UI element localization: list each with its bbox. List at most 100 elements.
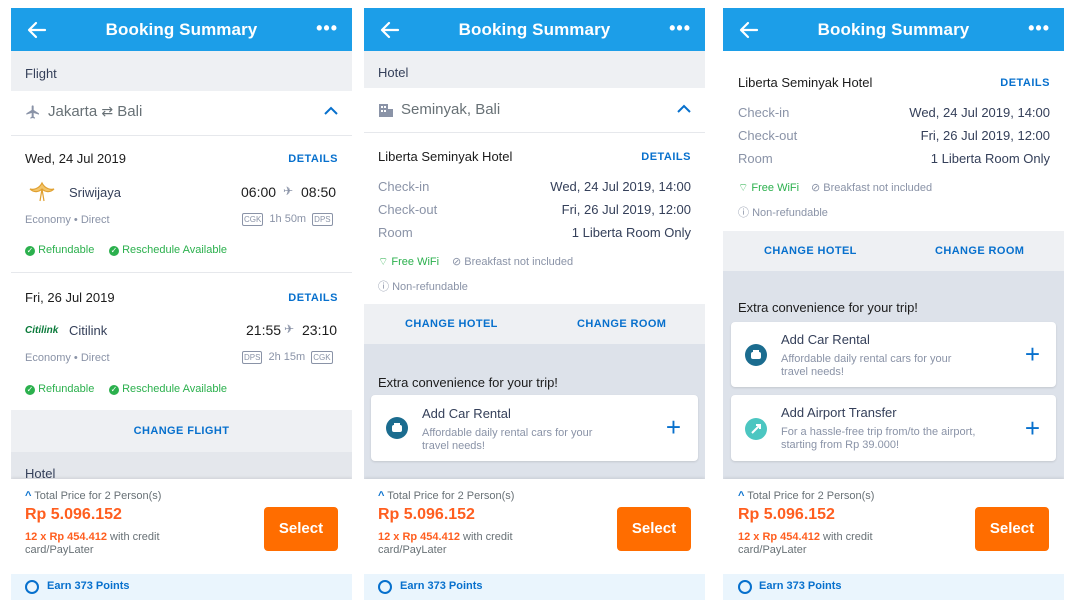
refundable-badge: ✓ Refundable (25, 244, 94, 256)
points-bar: Earn 373 Points (723, 574, 1064, 600)
more-dots-icon[interactable]: ••• (1028, 19, 1050, 37)
check-circle-icon: ✓ (25, 246, 35, 256)
section-label: Hotel (378, 65, 409, 80)
add-car-rental-icon[interactable]: + (1025, 341, 1040, 367)
change-room-button[interactable]: CHANGE ROOM (935, 245, 1024, 257)
installment-line1: with credit (823, 531, 873, 543)
flight-route-row[interactable]: Jakarta ⇄ Bali (11, 91, 352, 135)
details-link[interactable]: DETAILS (641, 151, 691, 163)
no-breakfast-icon: ⊘ (811, 182, 821, 194)
from-code: CGK (242, 213, 264, 226)
car-rental-desc-line2: travel needs! (781, 366, 844, 378)
reschedule-text: Reschedule Available (122, 244, 228, 256)
building-icon (379, 104, 393, 117)
extras-section: Extra convenience for your trip! Add Car… (723, 271, 1064, 483)
hotel-location-row[interactable]: Seminyak, Bali (364, 88, 705, 132)
car-rental-desc: Affordable daily rental cars for your tr… (781, 353, 951, 379)
installment-line2: card/PayLater (25, 544, 94, 556)
flight-segment-card: Wed, 24 Jul 2019 DETAILS Sriwijaya 06:00… (11, 136, 352, 272)
airport-desc-line2: starting from Rp 39.000! (781, 439, 900, 451)
points-coin-icon (738, 580, 752, 594)
page-title: Booking Summary (817, 20, 970, 39)
checkout-label: Check-out (738, 128, 798, 143)
header-bar: Booking Summary ••• (723, 8, 1064, 51)
change-room-button[interactable]: CHANGE ROOM (577, 318, 666, 330)
car-rental-title: Add Car Rental (422, 406, 511, 421)
non-refundable-text: Non-refundable (752, 207, 828, 219)
hotel-location: Seminyak, Bali (401, 101, 501, 118)
select-button[interactable]: Select (975, 507, 1049, 551)
total-label-row[interactable]: ^ Total Price for 2 Person(s) (378, 490, 514, 502)
hotel-name: Liberta Seminyak Hotel (738, 75, 873, 90)
breakfast-badge: ⊘ Breakfast not included (452, 255, 573, 268)
reschedule-badge: ✓ Reschedule Available (109, 244, 227, 256)
installment-amount: 12 x Rp 454.412 (378, 531, 460, 543)
airline-name: Citilink (69, 323, 108, 338)
wifi-icon: ⌔ (378, 256, 389, 268)
flight-segment-card: Fri, 26 Jul 2019 DETAILS Citilink Citili… (11, 273, 352, 410)
car-rental-card[interactable]: Add Car Rental Affordable daily rental c… (371, 395, 698, 461)
from-code: DPS (242, 351, 263, 364)
wifi-text: Free WiFi (751, 182, 800, 194)
car-rental-desc-line1: Affordable daily rental cars for your (781, 353, 952, 365)
points-label: Earn 373 Points (759, 580, 842, 592)
depart-time: 06:00 (241, 184, 277, 200)
check-circle-icon: ✓ (109, 246, 119, 256)
select-button[interactable]: Select (617, 507, 691, 551)
wifi-badge: ⌔ Free WiFi (738, 181, 799, 195)
screen-hotel-summary: Booking Summary ••• Hotel Seminyak, Bali… (364, 8, 705, 600)
chevron-up-icon: ^ (25, 490, 32, 502)
checkout-value: Fri, 26 Jul 2019, 12:00 (561, 202, 691, 217)
points-bar: Earn 373 Points (364, 574, 705, 600)
section-label: Flight (25, 66, 57, 81)
segment-date: Fri, 26 Jul 2019 (25, 290, 115, 305)
refundable-text: Refundable (38, 244, 95, 256)
room-value: 1 Liberta Room Only (571, 225, 691, 240)
total-label: Total Price for 2 Person(s) (34, 490, 162, 502)
screen-flight-summary: Booking Summary ••• Flight Jakarta ⇄ Bal… (11, 8, 352, 600)
refundable-badge: ✓ Refundable (25, 383, 94, 395)
select-button[interactable]: Select (264, 507, 338, 551)
change-flight-button[interactable]: CHANGE FLIGHT (11, 425, 352, 437)
installment-line1: with credit (110, 531, 160, 543)
airport-desc-line1: For a hassle-free trip from/to the airpo… (781, 426, 976, 438)
checkout-label: Check-out (378, 202, 438, 217)
airport-transfer-title: Add Airport Transfer (781, 405, 897, 420)
total-price: Rp 5.096.152 (378, 506, 475, 523)
non-refundable-text: Non-refundable (392, 281, 468, 293)
more-dots-icon[interactable]: ••• (669, 19, 691, 37)
more-dots-icon[interactable]: ••• (316, 19, 338, 37)
wifi-badge: ⌔ Free WiFi (378, 255, 439, 269)
page-title: Booking Summary (105, 20, 258, 39)
details-link[interactable]: DETAILS (1000, 77, 1050, 89)
details-link[interactable]: DETAILS (288, 153, 338, 165)
reschedule-text: Reschedule Available (122, 383, 228, 395)
flight-duration: 2h 15m (268, 351, 306, 363)
plane-small-icon: ✈ (283, 184, 294, 198)
car-rental-card[interactable]: Add Car Rental Affordable daily rental c… (731, 322, 1056, 387)
installment-line2: card/PayLater (738, 544, 807, 556)
change-flight-row[interactable]: CHANGE FLIGHT (11, 410, 352, 452)
add-airport-transfer-icon[interactable]: + (1025, 415, 1040, 441)
car-rental-desc: Affordable daily rental cars for your tr… (422, 427, 592, 453)
change-hotel-button[interactable]: CHANGE HOTEL (764, 245, 857, 257)
add-car-rental-icon[interactable]: + (666, 414, 681, 440)
chevron-up-icon[interactable] (677, 104, 691, 114)
chevron-up-icon: ^ (738, 490, 745, 502)
change-hotel-button[interactable]: CHANGE HOTEL (405, 318, 498, 330)
citilink-logo: Citilink (25, 325, 59, 336)
airport-transfer-card[interactable]: Add Airport Transfer For a hassle-free t… (731, 395, 1056, 461)
checkin-label: Check-in (378, 179, 430, 194)
flight-duration: 1h 50m (269, 213, 307, 225)
depart-time: 21:55 (246, 322, 282, 338)
airline-name: Sriwijaya (69, 185, 122, 200)
total-label-row[interactable]: ^ Total Price for 2 Person(s) (738, 490, 874, 502)
chevron-up-icon[interactable] (324, 106, 338, 116)
total-label-row[interactable]: ^ Total Price for 2 Person(s) (25, 490, 161, 502)
refund-policy: ⓘ Non-refundable (738, 204, 828, 220)
hotel-name: Liberta Seminyak Hotel (378, 149, 513, 164)
room-label: Room (738, 151, 773, 166)
hotel-details-card: Liberta Seminyak Hotel DETAILS Check-in … (723, 51, 1064, 231)
details-link[interactable]: DETAILS (288, 292, 338, 304)
points-coin-icon (25, 580, 39, 594)
